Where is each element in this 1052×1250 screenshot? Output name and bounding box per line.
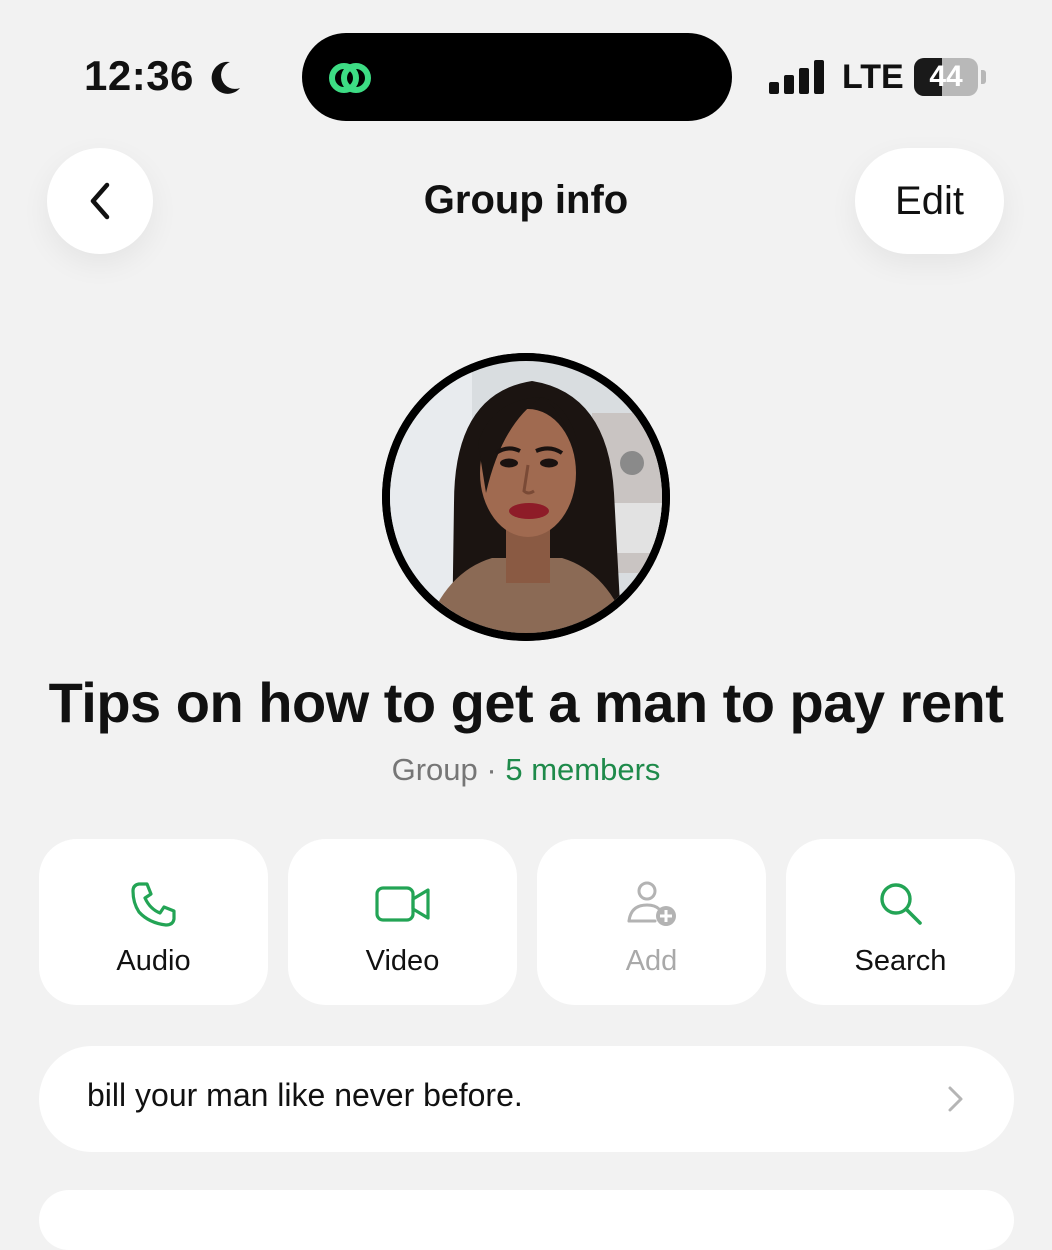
dynamic-island <box>302 33 732 121</box>
group-avatar[interactable] <box>382 353 670 641</box>
add-member-button[interactable]: Add <box>537 839 766 1005</box>
status-time: 12:36 <box>84 52 194 99</box>
status-bar: 12:36 LTE 44 <box>0 0 1052 130</box>
avatar-photo <box>382 353 670 641</box>
group-subtitle: Group · 5 members <box>0 752 1052 788</box>
search-button[interactable]: Search <box>786 839 1015 1005</box>
group-description: bill your man like never before. <box>87 1077 523 1113</box>
link-activity-icon <box>329 63 371 93</box>
search-label: Search <box>854 945 947 977</box>
signal-icon <box>769 60 824 94</box>
chevron-right-icon <box>948 1086 963 1112</box>
video-camera-icon <box>374 886 430 922</box>
group-members-link[interactable]: 5 members <box>505 752 660 787</box>
audio-label: Audio <box>116 945 191 977</box>
video-call-button[interactable]: Video <box>288 839 517 1005</box>
moon-icon <box>211 61 240 94</box>
add-label: Add <box>625 945 678 977</box>
separator: · <box>486 752 497 787</box>
next-section-card <box>39 1190 1014 1250</box>
battery-percent: 44 <box>929 60 963 93</box>
add-person-icon <box>627 881 676 926</box>
video-label: Video <box>365 945 440 977</box>
edit-button[interactable]: Edit <box>855 148 1004 254</box>
battery-icon: 44 <box>914 58 986 96</box>
group-name: Tips on how to get a man to pay rent <box>48 671 1004 734</box>
audio-call-button[interactable]: Audio <box>39 839 268 1005</box>
network-type: LTE <box>842 58 904 96</box>
phone-icon <box>130 882 176 927</box>
group-description-row[interactable]: bill your man like never before. <box>39 1046 1014 1152</box>
search-icon <box>879 883 922 925</box>
action-buttons: Audio Video Add Search <box>39 839 1015 1007</box>
group-type: Group <box>391 752 478 787</box>
